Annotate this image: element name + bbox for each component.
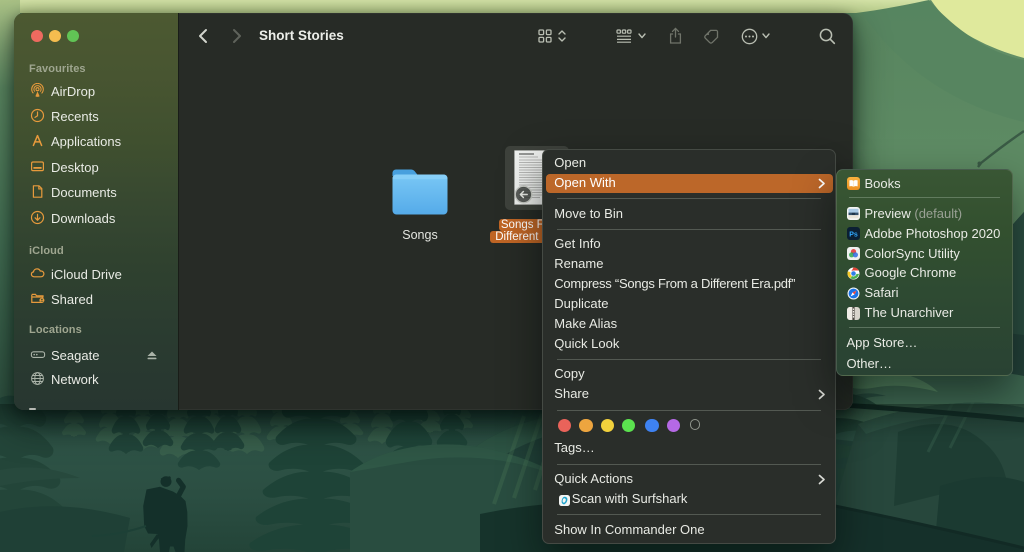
svg-text:Ps: Ps <box>850 231 859 238</box>
